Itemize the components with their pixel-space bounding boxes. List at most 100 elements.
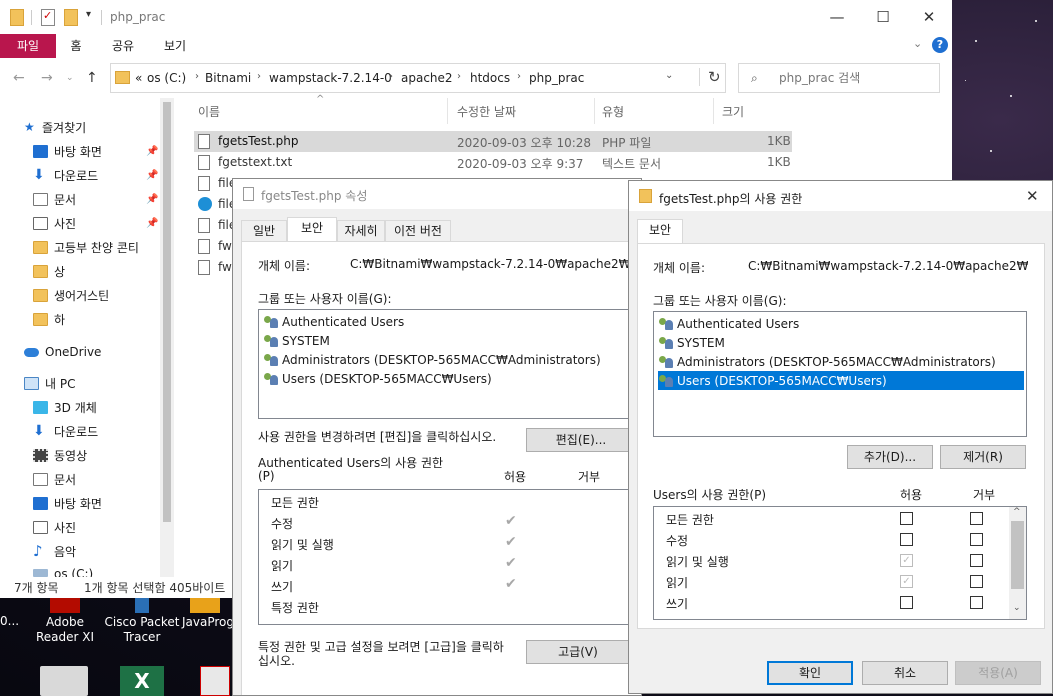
sidebar-item-downloads[interactable]: ⬇ 다운로드: [33, 421, 98, 441]
file-row[interactable]: fw: [194, 257, 234, 278]
list-item[interactable]: SYSTEM: [658, 333, 729, 352]
file-row[interactable]: file: [194, 173, 236, 194]
list-item[interactable]: Administrators (DESKTOP-565MACC₩Administ…: [658, 352, 1000, 371]
chevron-right-icon[interactable]: ›: [195, 71, 199, 82]
column-divider[interactable]: [594, 98, 595, 124]
list-item-selected[interactable]: Users (DESKTOP-565MACC₩Users): [658, 371, 1024, 390]
remove-button[interactable]: 제거(R): [940, 445, 1026, 469]
sidebar-item-music[interactable]: ♪ 음악: [33, 541, 76, 561]
sidebar-item-this-pc[interactable]: 내 PC: [24, 373, 75, 393]
sidebar-scrollbar[interactable]: [160, 98, 174, 577]
refresh-icon[interactable]: ↻: [699, 68, 721, 86]
address-dropdown-icon[interactable]: ⌄: [665, 70, 673, 81]
deny-checkbox[interactable]: [970, 596, 983, 609]
tab-previous-versions[interactable]: 이전 버전: [385, 220, 451, 242]
breadcrumb-item[interactable]: apache2: [401, 71, 453, 85]
ribbon-tab-view[interactable]: 보기: [150, 34, 200, 58]
pin-icon[interactable]: 📌: [146, 218, 158, 229]
breadcrumb-overflow[interactable]: «: [135, 71, 142, 85]
cancel-button[interactable]: 취소: [862, 661, 948, 685]
sidebar-item-folder[interactable]: 생어거스틴: [33, 285, 109, 305]
list-item[interactable]: Administrators (DESKTOP-565MACC₩Administ…: [263, 350, 605, 369]
chevron-right-icon[interactable]: ›: [389, 71, 393, 82]
deny-checkbox[interactable]: [970, 533, 983, 546]
sidebar-item-folder[interactable]: 상: [33, 261, 65, 281]
deny-checkbox[interactable]: [970, 554, 983, 567]
add-button[interactable]: 추가(D)...: [847, 445, 933, 469]
sidebar-item-folder[interactable]: 하: [33, 309, 65, 329]
desktop-icon-cisco-packet-tracer[interactable]: Cisco Packet Tracer: [104, 598, 180, 645]
customize-toolbar-icon[interactable]: ▾: [86, 9, 91, 20]
sidebar-item-drive[interactable]: os (C:): [33, 565, 93, 577]
file-row-selected[interactable]: fgetsTest.php 2020-09-03 오후 10:28 PHP 파일…: [194, 131, 792, 152]
properties-icon[interactable]: ✓: [41, 9, 55, 26]
address-bar[interactable]: « os (C:) › Bitnami › wampstack-7.2.14-0…: [110, 63, 726, 93]
column-divider[interactable]: [447, 98, 448, 124]
list-item[interactable]: Authenticated Users: [658, 314, 803, 333]
expand-ribbon-icon[interactable]: ⌄: [913, 37, 922, 50]
file-row[interactable]: fw: [194, 236, 234, 257]
minimize-button[interactable]: —: [814, 0, 860, 34]
tab-security[interactable]: 보안: [287, 217, 337, 242]
search-input[interactable]: ⌕ php_prac 검색: [738, 63, 940, 93]
ribbon-tab-file[interactable]: 파일: [0, 34, 56, 58]
forward-icon[interactable]: →: [41, 70, 53, 86]
apply-button[interactable]: 적용(A): [955, 661, 1041, 685]
column-header-name[interactable]: 이름: [198, 103, 220, 120]
list-item[interactable]: Users (DESKTOP-565MACC₩Users): [263, 369, 496, 388]
allow-checkbox[interactable]: [900, 533, 913, 546]
edit-button[interactable]: 편집(E)...: [526, 428, 636, 452]
file-row[interactable]: file: [194, 215, 236, 236]
sidebar-item-videos[interactable]: 동영상: [33, 445, 87, 465]
chevron-right-icon[interactable]: ›: [457, 71, 461, 82]
tab-details[interactable]: 자세히: [337, 220, 385, 242]
deny-checkbox[interactable]: [970, 512, 983, 525]
column-divider[interactable]: [713, 98, 714, 124]
desktop-icon-partial[interactable]: 0...: [0, 614, 20, 629]
sidebar-quick-access[interactable]: ★ 즐겨찾기: [24, 117, 86, 137]
scrollbar-thumb[interactable]: [163, 102, 171, 522]
permissions-scrollbar[interactable]: ^ ⌄: [1009, 507, 1026, 619]
column-header-modified[interactable]: 수정한 날짜: [457, 103, 516, 120]
sidebar-item-downloads[interactable]: ⬇ 다운로드: [33, 165, 98, 185]
scroll-up-icon[interactable]: ^: [1013, 507, 1021, 517]
chevron-right-icon[interactable]: ›: [257, 71, 261, 82]
scroll-down-icon[interactable]: ⌄: [1013, 603, 1021, 613]
file-row[interactable]: fgetstext.txt 2020-09-03 오후 9:37 텍스트 문서 …: [194, 152, 792, 173]
taskbar-icon-generic[interactable]: [40, 666, 88, 696]
file-row[interactable]: file: [194, 194, 236, 215]
ribbon-tab-share[interactable]: 공유: [100, 34, 146, 58]
breadcrumb-item[interactable]: php_prac: [529, 71, 584, 85]
help-icon[interactable]: ?: [932, 37, 948, 53]
allow-checkbox[interactable]: [900, 596, 913, 609]
maximize-button[interactable]: ☐: [860, 0, 906, 34]
chevron-right-icon[interactable]: ›: [517, 71, 521, 82]
breadcrumb-item[interactable]: Bitnami: [205, 71, 251, 85]
sidebar-item-onedrive[interactable]: OneDrive: [24, 342, 101, 362]
close-button[interactable]: ✕: [906, 0, 952, 34]
sidebar-item-pictures[interactable]: 사진: [33, 213, 76, 233]
desktop-icon-javaprog[interactable]: JavaProg: [182, 598, 234, 630]
up-icon[interactable]: ↑: [86, 70, 98, 86]
column-header-size[interactable]: 크기: [722, 103, 744, 120]
sidebar-item-documents[interactable]: 문서: [33, 469, 76, 489]
advanced-button[interactable]: 고급(V): [526, 640, 630, 664]
pin-icon[interactable]: 📌: [146, 170, 158, 181]
sidebar-item-documents[interactable]: 문서: [33, 189, 76, 209]
deny-checkbox[interactable]: [970, 575, 983, 588]
sidebar-item-pictures[interactable]: 사진: [33, 517, 76, 537]
user-list[interactable]: Authenticated Users SYSTEM Administrator…: [258, 309, 641, 419]
list-item[interactable]: Authenticated Users: [263, 312, 408, 331]
ribbon-tab-home[interactable]: 홈: [56, 34, 96, 58]
sidebar-item-desktop[interactable]: 바탕 화면: [33, 141, 102, 161]
pdf-icon[interactable]: [200, 666, 230, 696]
new-folder-icon[interactable]: [64, 9, 78, 26]
sidebar-item-3d-objects[interactable]: 3D 개체: [33, 397, 97, 417]
tab-security[interactable]: 보안: [637, 219, 683, 244]
close-icon[interactable]: ✕: [1026, 187, 1039, 205]
ok-button[interactable]: 확인: [767, 661, 853, 685]
tab-general[interactable]: 일반: [241, 220, 287, 242]
column-header-type[interactable]: 유형: [602, 103, 624, 120]
user-list[interactable]: Authenticated Users SYSTEM Administrator…: [653, 311, 1027, 437]
breadcrumb-item[interactable]: os (C:): [147, 71, 186, 85]
